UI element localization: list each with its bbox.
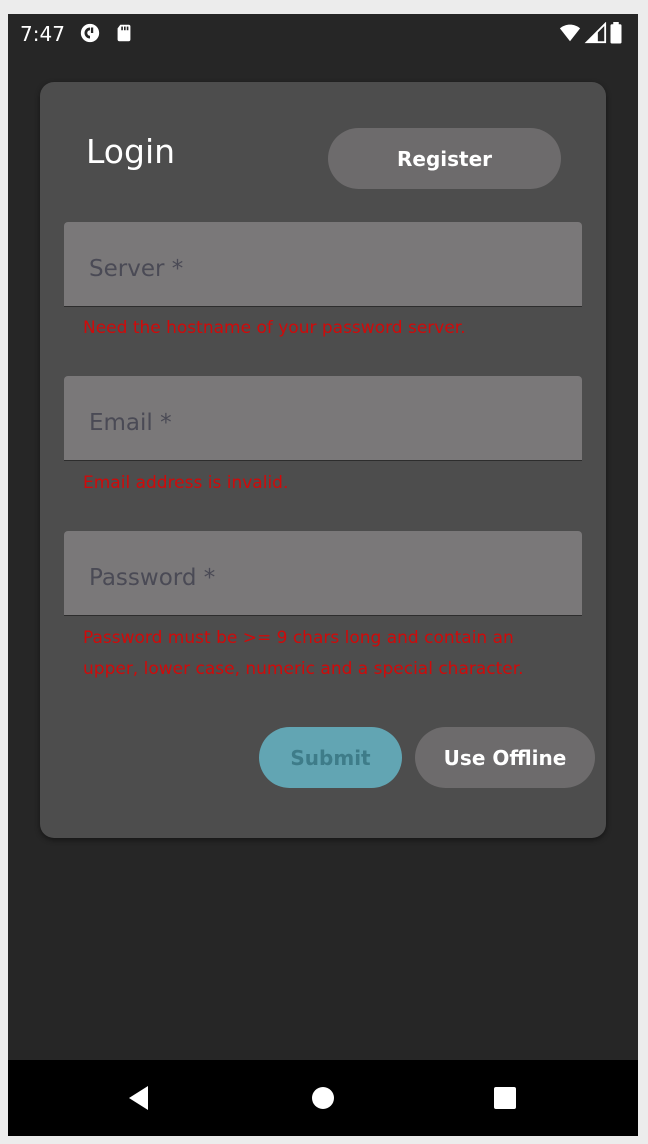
cell-signal-icon — [584, 22, 608, 44]
pocket-casts-icon — [78, 22, 102, 44]
status-time: 7:47 — [20, 22, 65, 46]
navigation-bar — [8, 1060, 638, 1136]
login-card: Login Register Server * Need the hostnam… — [40, 82, 606, 838]
register-button[interactable]: Register — [328, 128, 561, 189]
battery-icon — [608, 22, 624, 44]
server-error: Need the hostname of your password serve… — [83, 318, 466, 338]
device-screen: 7:47 Login Register Server * Need the ho… — [8, 14, 638, 1136]
submit-button[interactable]: Submit — [259, 727, 402, 788]
server-field[interactable]: Server * — [64, 222, 582, 307]
wifi-icon — [558, 22, 582, 44]
email-error: Email address is invalid. — [83, 473, 289, 493]
status-bar: 7:47 — [8, 14, 638, 52]
email-field[interactable]: Email * — [64, 376, 582, 461]
use-offline-button[interactable]: Use Offline — [415, 727, 595, 788]
sd-card-icon — [112, 22, 136, 44]
page-title: Login — [86, 132, 176, 171]
email-field-label: Email * — [89, 410, 172, 436]
password-field[interactable]: Password * — [64, 531, 582, 616]
recents-icon[interactable] — [487, 1080, 523, 1116]
password-error: Password must be >= 9 chars long and con… — [83, 628, 524, 679]
server-field-label: Server * — [89, 256, 184, 282]
password-field-label: Password * — [89, 565, 216, 591]
back-icon[interactable] — [122, 1080, 158, 1116]
home-icon[interactable] — [305, 1080, 341, 1116]
